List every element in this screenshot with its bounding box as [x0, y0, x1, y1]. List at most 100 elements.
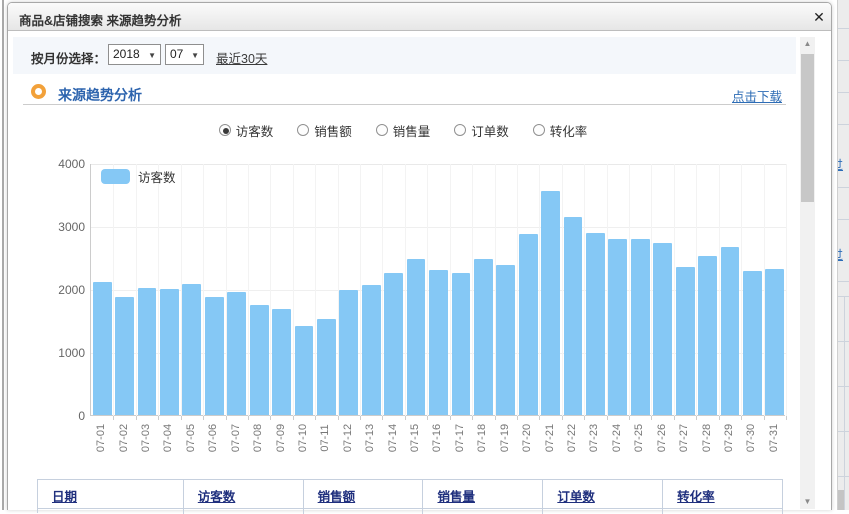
bar-07-19[interactable]	[496, 265, 515, 415]
legend-label: 访客数	[138, 167, 176, 186]
x-axis-label: 07-10	[292, 418, 314, 466]
bar-07-24[interactable]	[608, 239, 627, 415]
v-gridline	[562, 164, 563, 416]
bar-07-14[interactable]	[384, 273, 403, 415]
x-axis-label: 07-17	[449, 418, 471, 466]
column-sort-link[interactable]: 访客数	[198, 490, 236, 504]
bar-07-30[interactable]	[743, 271, 762, 415]
bar-07-22[interactable]	[564, 217, 583, 415]
bar-07-27[interactable]	[676, 267, 695, 415]
bar-07-21[interactable]	[541, 191, 560, 415]
bg-scroll-block	[838, 490, 844, 510]
chart-y-axis: 01000200030004000	[13, 164, 85, 416]
bar-07-25[interactable]	[631, 239, 650, 415]
x-axis-label: 07-22	[561, 418, 583, 466]
x-axis-label: 07-05	[180, 418, 202, 466]
x-axis-label: 07-16	[426, 418, 448, 466]
bar-07-31[interactable]	[765, 269, 784, 415]
bar-07-12[interactable]	[339, 290, 358, 415]
scroll-down-icon[interactable]: ▼	[800, 495, 815, 509]
x-axis-label: 07-29	[718, 418, 740, 466]
v-gridline	[450, 164, 451, 416]
scrollbar-thumb[interactable]	[801, 54, 814, 202]
background-page-strip: 过 过	[837, 0, 849, 510]
bar-07-01[interactable]	[93, 282, 112, 415]
bar-07-13[interactable]	[362, 285, 381, 415]
detail-table-header: 日期 访客数 销售额 销售量 订单数 转化率	[37, 479, 783, 513]
bg-row-divider	[838, 281, 849, 282]
x-axis-label: 07-06	[202, 418, 224, 466]
x-axis-label: 07-14	[381, 418, 403, 466]
column-sort-link[interactable]: 销售量	[437, 490, 475, 504]
dialog-scrollbar[interactable]: ▲ ▼	[800, 37, 815, 509]
bar-07-29[interactable]	[721, 247, 740, 415]
v-gridline	[360, 164, 361, 416]
bar-07-07[interactable]	[227, 292, 246, 415]
bar-07-10[interactable]	[295, 326, 314, 415]
v-gridline	[719, 164, 720, 416]
bar-07-09[interactable]	[272, 309, 291, 415]
column-sort-link[interactable]: 销售额	[318, 490, 356, 504]
y-axis-tick-label: 0	[15, 409, 85, 423]
x-axis-label: 07-08	[247, 418, 269, 466]
bar-07-05[interactable]	[182, 284, 201, 415]
x-axis-label: 07-27	[673, 418, 695, 466]
v-gridline	[674, 164, 675, 416]
bar-07-16[interactable]	[429, 270, 448, 415]
column-sort-link[interactable]: 转化率	[677, 490, 715, 504]
bar-07-17[interactable]	[452, 273, 471, 415]
trend-chart: 01000200030004000 07-0107-0207-0307-0407…	[8, 3, 798, 473]
scroll-up-icon[interactable]: ▲	[800, 37, 815, 51]
table-header-sales-volume: 销售量	[423, 480, 543, 514]
x-axis-label: 07-13	[359, 418, 381, 466]
x-axis-label: 07-09	[269, 418, 291, 466]
bg-row-divider	[838, 92, 849, 93]
x-axis-label: 07-11	[314, 418, 336, 466]
chart-plot	[90, 164, 785, 416]
x-axis-label: 07-21	[538, 418, 560, 466]
x-axis-label: 07-15	[404, 418, 426, 466]
v-gridline	[629, 164, 630, 416]
x-axis-label: 07-30	[740, 418, 762, 466]
x-axis-tick	[786, 416, 787, 420]
y-axis-tick-label: 3000	[15, 220, 85, 234]
legend-swatch	[101, 169, 130, 184]
bar-07-06[interactable]	[205, 297, 224, 415]
bar-07-28[interactable]	[698, 256, 717, 415]
v-gridline	[472, 164, 473, 416]
chart-x-axis: 07-0107-0207-0307-0407-0507-0607-0707-08…	[90, 418, 785, 466]
bg-row-divider	[838, 187, 849, 188]
bar-07-20[interactable]	[519, 234, 538, 415]
trend-analysis-dialog: 商品&店铺搜索 来源趋势分析 ✕ 按月份选择： 2018 ▼ 07 ▼ 最近30…	[7, 2, 832, 510]
x-axis-label: 07-01	[90, 418, 112, 466]
column-sort-link[interactable]: 日期	[52, 490, 77, 504]
h-gridline	[91, 227, 786, 228]
bar-07-18[interactable]	[474, 259, 493, 415]
bar-07-26[interactable]	[653, 243, 672, 415]
page-edge-line	[2, 0, 4, 510]
v-gridline	[405, 164, 406, 416]
bg-col-divider	[844, 296, 845, 510]
x-axis-label: 07-07	[225, 418, 247, 466]
x-axis-label: 07-02	[112, 418, 134, 466]
x-axis-label: 07-24	[606, 418, 628, 466]
x-axis-label: 07-18	[471, 418, 493, 466]
x-axis-label: 07-23	[583, 418, 605, 466]
v-gridline	[136, 164, 137, 416]
bar-07-23[interactable]	[586, 233, 605, 415]
bar-07-02[interactable]	[115, 297, 134, 415]
x-axis-label: 07-04	[157, 418, 179, 466]
bg-row-divider	[838, 124, 849, 125]
table-header-visitors: 访客数	[184, 480, 304, 514]
bar-07-15[interactable]	[407, 259, 426, 415]
background-link-fragment: 过	[837, 156, 843, 173]
chart-legend[interactable]: 访客数	[101, 168, 176, 184]
v-gridline	[203, 164, 204, 416]
close-icon[interactable]: ✕	[810, 8, 828, 26]
bar-07-08[interactable]	[250, 305, 269, 415]
table-header-sales-amount: 销售额	[304, 480, 424, 514]
bar-07-11[interactable]	[317, 319, 336, 415]
bar-07-03[interactable]	[138, 288, 157, 415]
column-sort-link[interactable]: 订单数	[557, 490, 595, 504]
bar-07-04[interactable]	[160, 289, 179, 415]
